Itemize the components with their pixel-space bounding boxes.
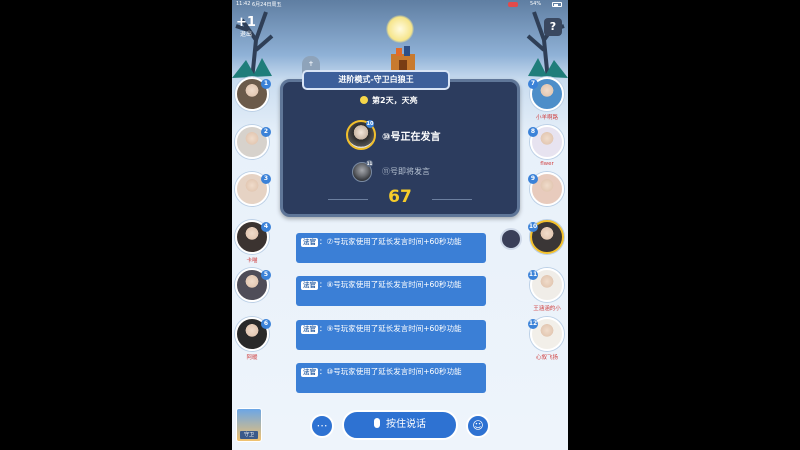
day-phase: 第2天，天亮 (360, 96, 460, 106)
day-text: 第2天，天亮 (372, 96, 418, 105)
speaking-indicator-icon (500, 228, 522, 250)
chat-icon: ⋯ (316, 419, 328, 432)
judge-message: 法官 ：⑧号玩家使用了延长发言时间+60秒功能 (296, 276, 486, 306)
player-name: flwer (540, 161, 554, 167)
game-screen: 11:42 6月24日周五 54% ✝ +1 退出 ? 进阶模式-守卫白狼王 第… (232, 0, 568, 450)
exit-icon: +1 (236, 15, 256, 30)
seat-number: 10 (528, 222, 538, 232)
seat-number: 2 (261, 127, 271, 137)
seat-number: 12 (528, 319, 538, 329)
role-card-button[interactable]: 守卫 (236, 408, 262, 442)
player-name: 心叙飞扬 (535, 355, 558, 361)
sun-icon (360, 96, 368, 104)
divider (328, 199, 368, 200)
emoji-icon: ☺ (472, 419, 484, 432)
message-text: ：⑦号玩家使用了延长发言时间+60秒功能 (319, 237, 462, 246)
player-name: 阿暖 (246, 355, 258, 361)
help-button[interactable]: ? (544, 18, 562, 36)
judge-tag: 法官 (301, 325, 318, 334)
mode-title: 进阶模式-守卫白狼王 (302, 70, 450, 90)
hold-to-talk-button[interactable]: 按住说话 (342, 410, 458, 440)
player-name: 小羊啊路 (535, 115, 558, 121)
seat-number: 4 (261, 222, 271, 232)
castle-icon (391, 46, 415, 70)
exit-label: 退出 (239, 31, 252, 38)
seat-number: 9 (528, 174, 538, 184)
seat-number: 5 (261, 270, 271, 280)
chat-button[interactable]: ⋯ (310, 414, 334, 438)
seat-number: 8 (528, 127, 538, 137)
message-text: ：⑧号玩家使用了延长发言时间+60秒功能 (319, 280, 462, 289)
moon-icon (386, 15, 414, 43)
countdown-timer: 67 (388, 187, 412, 207)
judge-tag: 法官 (301, 281, 318, 290)
seat-number: 11 (528, 270, 538, 280)
seat-number: 7 (528, 79, 538, 89)
seat-number: 6 (261, 319, 271, 329)
tomb-cross: ✝ (308, 60, 314, 68)
judge-tag: 法官 (301, 238, 318, 247)
divider (432, 199, 472, 200)
recording-icon (508, 2, 518, 7)
dead-tree-right-icon (526, 11, 568, 80)
seat-number: 3 (261, 174, 271, 184)
judge-message: 法官 ：⑦号玩家使用了延长发言时间+60秒功能 (296, 233, 486, 263)
judge-message: 法官 ：⑩号玩家使用了延长发言时间+60秒功能 (296, 363, 486, 393)
talk-label: 按住说话 (386, 419, 426, 430)
microphone-icon (374, 418, 380, 428)
emoji-button[interactable]: ☺ (466, 414, 490, 438)
player-name: 卡喵 (246, 258, 258, 264)
seat-number: 1 (261, 79, 271, 89)
current-speaker-text: ⑩号正在发言 (382, 132, 441, 143)
message-text: ：⑩号玩家使用了延长发言时间+60秒功能 (319, 367, 462, 376)
judge-message: 法官 ：⑨号玩家使用了延长发言时间+60秒功能 (296, 320, 486, 350)
message-text: ：⑨号玩家使用了延长发言时间+60秒功能 (319, 324, 462, 333)
exit-button[interactable]: +1 退出 (234, 16, 258, 42)
judge-tag: 法官 (301, 368, 318, 377)
next-speaker-badge: 11 (366, 160, 373, 167)
current-speaker-badge: 10 (366, 120, 374, 128)
player-name: 王涵涵的小 (533, 306, 561, 312)
role-label: 守卫 (240, 431, 258, 439)
next-speaker-text: ⑪号即将发言 (382, 167, 430, 176)
